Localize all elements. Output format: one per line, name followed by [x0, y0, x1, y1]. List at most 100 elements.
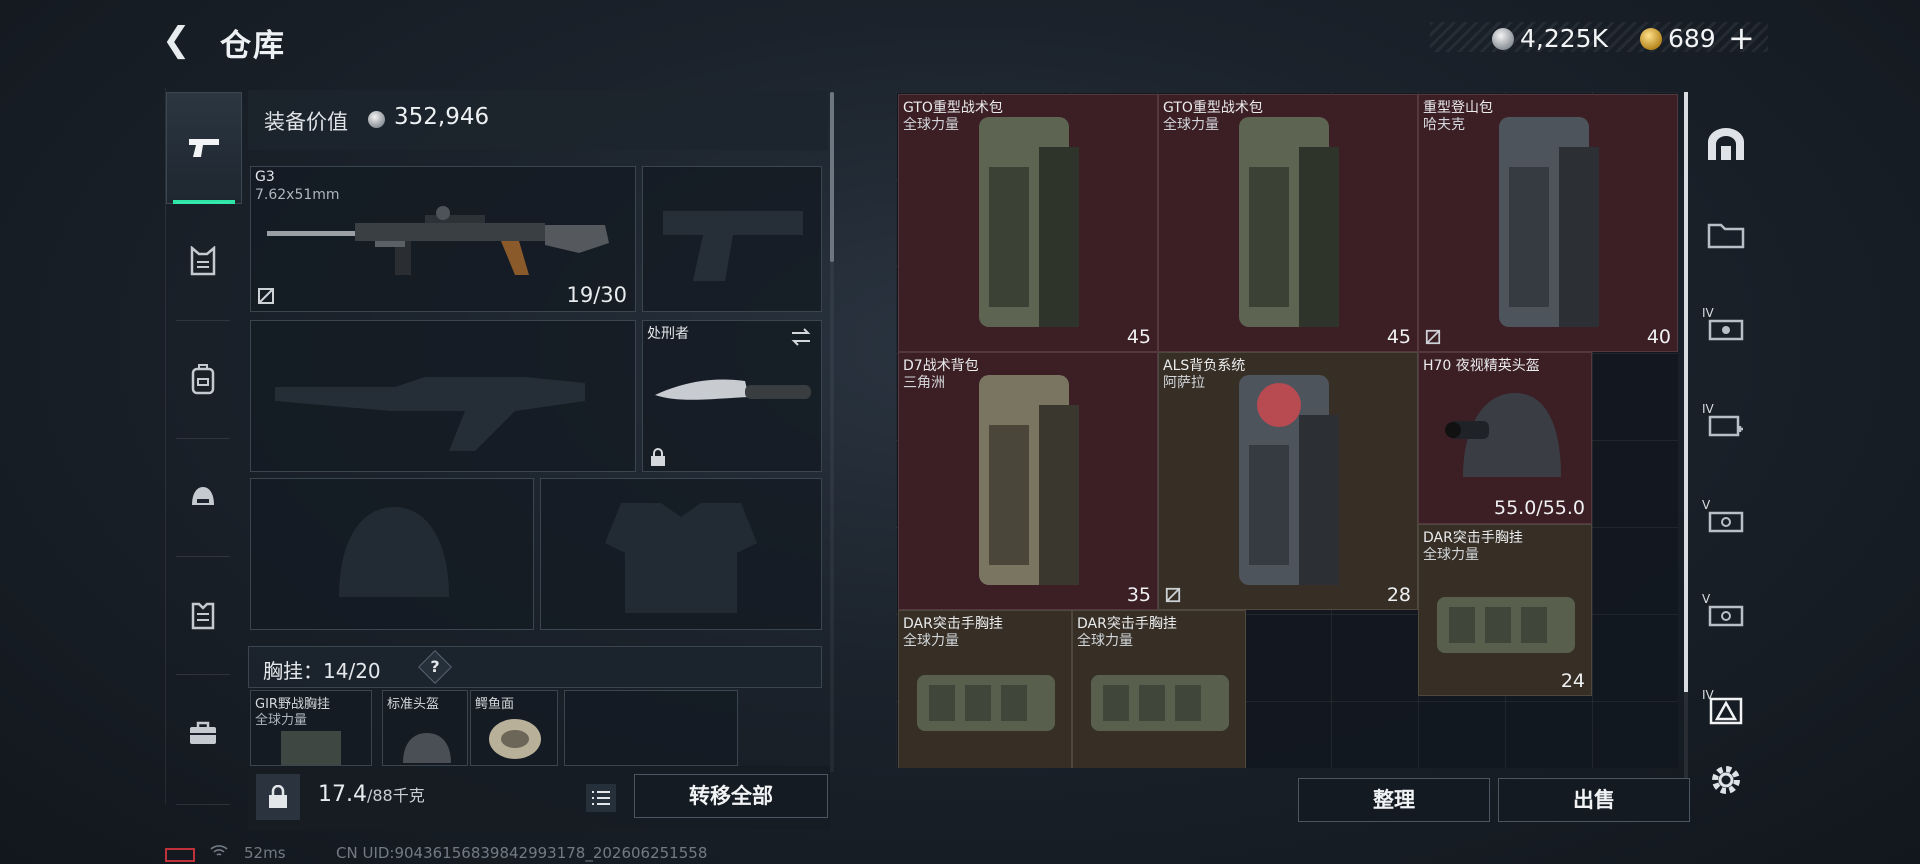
- melee-name: 处刑者: [647, 326, 689, 342]
- equipment-panel: 装备价值 352,946 G3 7.62x51mm 19/30 处刑者 胸挂：1…: [248, 90, 838, 830]
- item-sub: 全球力量: [1163, 117, 1219, 133]
- storage-item[interactable]: GTO重型战术包 全球力量 45: [898, 94, 1158, 352]
- item-capacity: 28: [1386, 584, 1411, 606]
- equipment-scrollbar[interactable]: [830, 92, 834, 262]
- swap-icon[interactable]: [789, 327, 813, 347]
- tab-level: V: [1702, 498, 1711, 512]
- battery-icon: [165, 848, 195, 862]
- wifi-icon: [210, 844, 228, 862]
- lock-icon: [269, 785, 287, 808]
- settings-button[interactable]: [1696, 750, 1756, 810]
- helmet-silhouette-icon: [339, 507, 449, 597]
- uid-text: CN UID:9043615683984299317​8_20260625155…: [336, 844, 708, 862]
- knife-icon: [655, 379, 811, 400]
- carry-weight: 17.4/88千克: [318, 782, 425, 807]
- equipment-value-label: 装备价值: [264, 110, 348, 134]
- storage-item[interactable]: 重型登山包 哈夫克 40: [1418, 94, 1678, 352]
- tab-storage-4[interactable]: IV: [1696, 394, 1756, 454]
- item-sub: 全球力量: [903, 117, 959, 133]
- backpack-item-icon: [1239, 375, 1339, 585]
- currency-gold: 689: [1640, 24, 1716, 53]
- chest-capacity: 胸挂：14/20: [263, 655, 381, 684]
- equipment-value: 352,946: [394, 104, 490, 130]
- helmet-slot[interactable]: [250, 478, 534, 630]
- item-sub: 哈夫克: [1423, 117, 1465, 133]
- nightvision-helmet-icon: [1445, 393, 1561, 477]
- nav-chest-rig[interactable]: [166, 206, 240, 316]
- item-capacity: 40: [1646, 326, 1671, 348]
- back-button[interactable]: ❮: [162, 22, 202, 58]
- nav-weapons[interactable]: [166, 92, 242, 204]
- chest-rig-bar: 胸挂：14/20 ?: [248, 646, 822, 688]
- item-capacity: 24: [1560, 670, 1585, 692]
- tab-level: IV: [1702, 688, 1714, 702]
- list-view-button[interactable]: [586, 784, 616, 812]
- help-button[interactable]: ?: [418, 650, 452, 684]
- melee-slot[interactable]: 处刑者: [642, 320, 822, 472]
- storage-tabs: IV IV V V IV: [1696, 92, 1756, 812]
- no-insure-icon: [1165, 587, 1181, 603]
- nav-helmet[interactable]: [166, 442, 240, 552]
- pocket-slot-1[interactable]: GIR野战胸挂 全球力量: [250, 690, 372, 766]
- armor-silhouette-icon: [605, 503, 757, 613]
- storage-scrollbar[interactable]: [1684, 92, 1688, 692]
- item-capacity: 35: [1126, 584, 1151, 606]
- gear-icon: [1712, 766, 1740, 794]
- sort-button[interactable]: 整理: [1298, 778, 1490, 822]
- chest-rig-item-icon: [917, 675, 1055, 731]
- weight-current: 17.4: [318, 782, 367, 807]
- storage-grid: GTO重型战术包 全球力量 45 GTO重型战术包 全球力量 45 重型登山包 …: [896, 92, 1678, 768]
- armor-slot[interactable]: [540, 478, 822, 630]
- pocket-slot-2[interactable]: 标准头盔: [382, 690, 468, 766]
- pistol-silhouette-icon: [663, 211, 803, 281]
- chest-count: 14/20: [323, 659, 381, 683]
- safe-case-icon: [1708, 605, 1744, 627]
- storage-item[interactable]: H70 夜视精英头盔 55.0/55.0: [1418, 352, 1592, 524]
- storage-item[interactable]: ALS背负系统 阿萨拉 28: [1158, 352, 1418, 610]
- storage-item[interactable]: DAR突击手胸挂 全球力量: [1072, 610, 1246, 768]
- item-capacity: 45: [1386, 326, 1411, 348]
- chest-rig-item-icon: [1091, 675, 1229, 731]
- tab-level: IV: [1702, 306, 1714, 320]
- storage-item[interactable]: GTO重型战术包 全球力量 45: [1158, 94, 1418, 352]
- nav-backpack[interactable]: [166, 324, 240, 434]
- value-coin-icon: [368, 111, 385, 128]
- pocket-item-name: 标准头盔: [387, 697, 440, 712]
- tab-level: V: [1702, 592, 1711, 606]
- help-icon: ?: [430, 657, 440, 676]
- sell-button[interactable]: 出售: [1498, 778, 1690, 822]
- pocket-slot-4[interactable]: [564, 690, 738, 766]
- gold-amount: 689: [1668, 24, 1716, 53]
- equipment-value-bar: 装备价值 352,946: [248, 90, 828, 150]
- backpack-item-icon: [979, 375, 1079, 585]
- secondary-weapon-slot[interactable]: [250, 320, 636, 472]
- item-durability: 55.0/55.0: [1493, 497, 1585, 519]
- list-icon: [592, 791, 610, 805]
- nav-armor[interactable]: [166, 560, 240, 670]
- backpack-item-icon: [1239, 117, 1339, 327]
- tab-storage-2[interactable]: [1696, 204, 1756, 264]
- tab-storage-6[interactable]: V: [1696, 584, 1756, 644]
- no-insure-icon: [1425, 329, 1441, 345]
- item-sub: 全球力量: [1423, 547, 1479, 563]
- lock-button[interactable]: [256, 774, 300, 820]
- tab-storage-home[interactable]: [1696, 114, 1756, 174]
- storage-item[interactable]: DAR突击手胸挂 全球力量 24: [1418, 524, 1592, 696]
- transfer-all-button[interactable]: 转移全部: [634, 774, 828, 818]
- item-sub: 全球力量: [1077, 633, 1133, 649]
- storage-item[interactable]: DAR突击手胸挂 全球力量: [898, 610, 1072, 768]
- chest-rig-icon: [190, 246, 216, 276]
- primary-weapon-slot[interactable]: G3 7.62x51mm 19/30: [250, 166, 636, 312]
- nav-case[interactable]: [166, 678, 240, 788]
- pistol-slot[interactable]: [642, 166, 822, 312]
- tab-storage-5[interactable]: V: [1696, 490, 1756, 550]
- item-capacity: 45: [1126, 326, 1151, 348]
- add-currency-button[interactable]: +: [1728, 19, 1755, 57]
- helmet-icon: [192, 487, 214, 505]
- lock-icon: [651, 448, 665, 466]
- storage-item[interactable]: D7战术背包 三角洲 35: [898, 352, 1158, 610]
- tab-storage-3[interactable]: IV: [1696, 298, 1756, 358]
- pocket-slot-3[interactable]: 鳄鱼面: [470, 690, 558, 766]
- helmet-item-icon: [403, 733, 451, 763]
- tab-storage-7[interactable]: IV: [1696, 680, 1756, 740]
